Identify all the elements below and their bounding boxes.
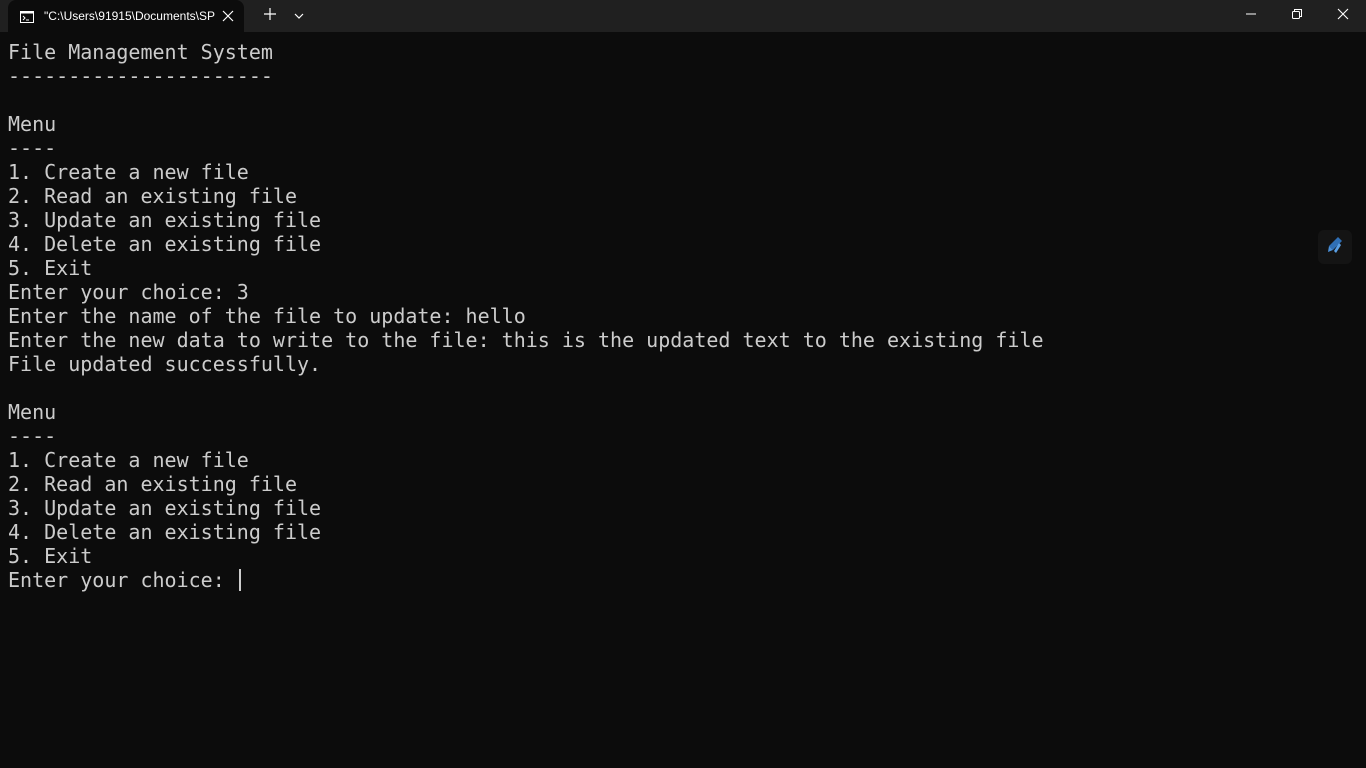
title-bar: "C:\Users\91915\Documents\SP bbox=[0, 0, 1366, 32]
console-line: 1. Create a new file bbox=[8, 160, 249, 184]
console-line: 3. Update an existing file bbox=[8, 496, 322, 520]
plus-icon bbox=[263, 7, 277, 26]
console-prompt-line[interactable]: Enter your choice: bbox=[8, 568, 1358, 592]
tab-title: "C:\Users\91915\Documents\SP bbox=[44, 9, 215, 23]
restore-button[interactable] bbox=[1274, 0, 1320, 32]
console-output[interactable]: File Management System ------------------… bbox=[8, 40, 1358, 592]
console-line: 4. Delete an existing file bbox=[8, 232, 322, 256]
restore-icon bbox=[1291, 7, 1303, 25]
console-line: Menu bbox=[8, 112, 57, 136]
tab-active[interactable]: "C:\Users\91915\Documents\SP bbox=[8, 0, 244, 32]
minimize-icon bbox=[1245, 7, 1257, 25]
console-line: 1. Create a new file bbox=[8, 448, 249, 472]
console-line: ---- bbox=[8, 424, 57, 448]
console-line: Enter your choice: 3 bbox=[8, 280, 249, 304]
console-line: 4. Delete an existing file bbox=[8, 520, 322, 544]
pen-icon bbox=[1324, 234, 1346, 261]
console-line: 2. Read an existing file bbox=[8, 184, 297, 208]
console-line: ---------------------- bbox=[8, 64, 273, 88]
side-tool-button[interactable] bbox=[1318, 230, 1352, 264]
console-line: 5. Exit bbox=[8, 256, 93, 280]
cmd-terminal-icon bbox=[20, 10, 34, 23]
console-line: 5. Exit bbox=[8, 544, 93, 568]
console-line: Enter the new data to write to the file:… bbox=[8, 328, 1044, 352]
console-line: 3. Update an existing file bbox=[8, 208, 322, 232]
terminal-window: "C:\Users\91915\Documents\SP File Manage… bbox=[0, 0, 1366, 768]
minimize-button[interactable] bbox=[1228, 0, 1274, 32]
console-line: ---- bbox=[8, 136, 57, 160]
console-line: 2. Read an existing file bbox=[8, 472, 297, 496]
close-window-button[interactable] bbox=[1320, 0, 1366, 32]
text-cursor bbox=[238, 569, 241, 591]
console-prompt: Enter your choice: bbox=[8, 568, 237, 592]
new-tab-button[interactable] bbox=[256, 0, 284, 32]
close-icon bbox=[1337, 7, 1349, 25]
console-line: File updated successfully. bbox=[8, 352, 322, 376]
chevron-down-icon bbox=[293, 7, 305, 25]
console-line: File Management System bbox=[8, 40, 273, 64]
close-icon[interactable] bbox=[220, 8, 236, 24]
tab-dropdown-button[interactable] bbox=[286, 0, 312, 32]
console-line: Menu bbox=[8, 400, 57, 424]
console-line: Enter the name of the file to update: he… bbox=[8, 304, 526, 328]
